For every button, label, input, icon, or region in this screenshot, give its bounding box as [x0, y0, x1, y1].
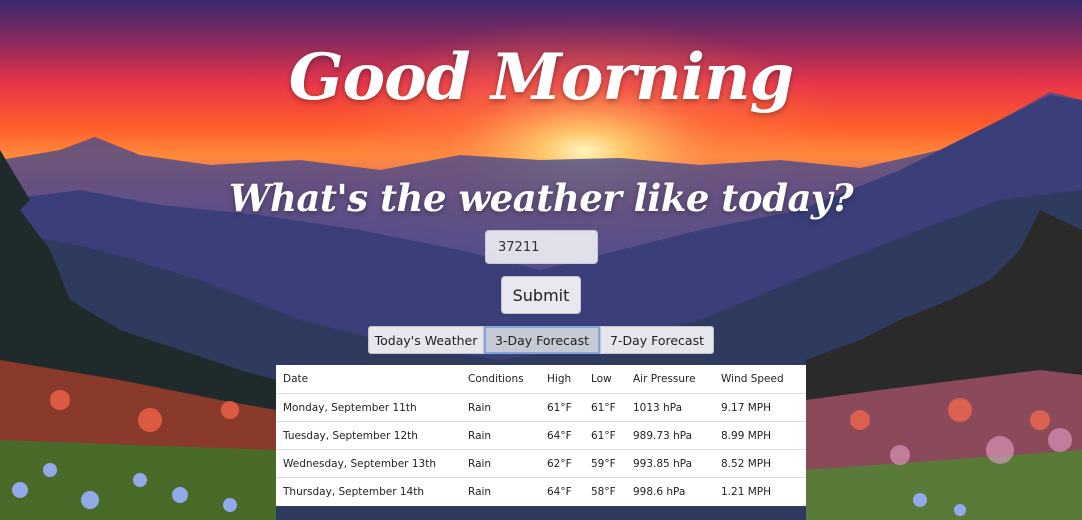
- cell-air-pressure: 989.73 hPa: [626, 421, 714, 450]
- cell-air-pressure: 993.85 hPa: [626, 449, 714, 478]
- column-header-low: Low: [591, 373, 612, 385]
- cell-conditions: Rain: [461, 393, 540, 422]
- cell-low: 61°F: [584, 393, 626, 422]
- cell-conditions: Rain: [461, 449, 540, 478]
- cell-wind-speed: 1.21 MPH: [714, 477, 806, 505]
- cell-conditions: Rain: [461, 421, 540, 450]
- cell-high: 61°F: [540, 393, 584, 422]
- forecast-tabs: Today's Weather 3-Day Forecast 7-Day For…: [368, 326, 714, 354]
- column-header-high: High: [547, 373, 572, 385]
- cell-low: 61°F: [584, 421, 626, 450]
- cell-air-pressure: 1013 hPa: [626, 393, 714, 422]
- cell-conditions: Rain: [461, 477, 540, 505]
- forecast-table: Date Conditions High Low Air Pressure Wi…: [276, 365, 806, 506]
- table-row: Monday, September 11th Rain 61°F 61°F 10…: [276, 393, 806, 422]
- cell-date: Monday, September 11th: [276, 393, 461, 422]
- tab-3-day-forecast[interactable]: 3-Day Forecast: [484, 326, 600, 354]
- table-row: Tuesday, September 12th Rain 64°F 61°F 9…: [276, 421, 806, 450]
- column-header-air-pressure: Air Pressure: [633, 373, 696, 385]
- table-row: Thursday, September 14th Rain 64°F 58°F …: [276, 477, 806, 505]
- cell-high: 64°F: [540, 421, 584, 450]
- greeting-title: Good Morning: [288, 40, 794, 115]
- cell-air-pressure: 998.6 hPa: [626, 477, 714, 505]
- cell-wind-speed: 9.17 MPH: [714, 393, 806, 422]
- cell-low: 58°F: [584, 477, 626, 505]
- cell-date: Thursday, September 14th: [276, 477, 461, 505]
- column-header-conditions: Conditions: [468, 373, 524, 385]
- column-header-wind-speed: Wind Speed: [721, 373, 784, 385]
- tab-7-day-forecast[interactable]: 7-Day Forecast: [600, 326, 714, 354]
- zip-code-input[interactable]: [485, 230, 598, 264]
- cell-date: Tuesday, September 12th: [276, 421, 461, 450]
- cell-wind-speed: 8.52 MPH: [714, 449, 806, 478]
- table-header-row: Date Conditions High Low Air Pressure Wi…: [276, 365, 806, 394]
- tab-todays-weather[interactable]: Today's Weather: [368, 326, 484, 354]
- table-row: Wednesday, September 13th Rain 62°F 59°F…: [276, 449, 806, 478]
- cell-low: 59°F: [584, 449, 626, 478]
- cell-date: Wednesday, September 13th: [276, 449, 461, 478]
- cell-high: 62°F: [540, 449, 584, 478]
- cell-wind-speed: 8.99 MPH: [714, 421, 806, 450]
- cell-high: 64°F: [540, 477, 584, 505]
- column-header-date: Date: [283, 373, 309, 385]
- weather-question: What's the weather like today?: [228, 176, 854, 220]
- page-content: Good Morning What's the weather like tod…: [0, 0, 1082, 520]
- submit-button[interactable]: Submit: [501, 276, 581, 314]
